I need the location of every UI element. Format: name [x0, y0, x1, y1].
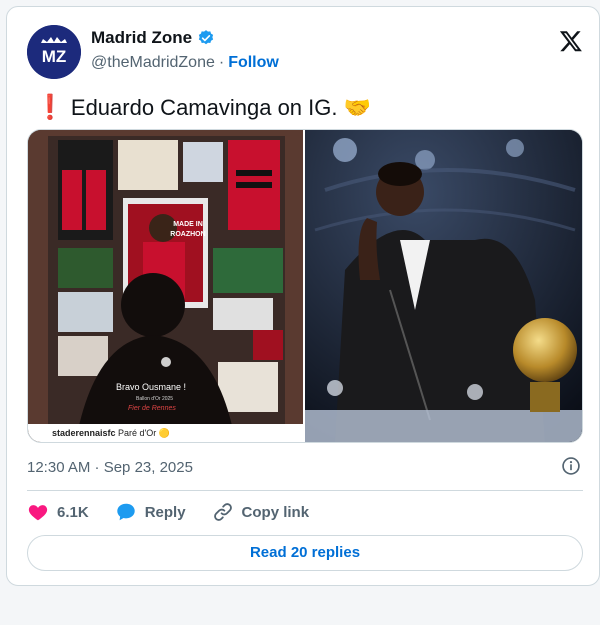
reply-bubble-icon — [116, 503, 135, 521]
author-display-name[interactable]: Madrid Zone — [91, 28, 192, 48]
media-grid: MADE IN ROAZHON Bravo Ousmane ! Ballon d… — [27, 129, 583, 443]
instagram-caption: Paré d'Or 🟡 — [118, 428, 170, 438]
like-button[interactable]: 6.1K — [27, 501, 89, 523]
author-name-row: Madrid Zone — [91, 28, 215, 48]
handle-separator: · — [218, 54, 225, 71]
poster-signature: Fier de Rennes — [128, 405, 176, 412]
author-handle[interactable]: @theMadridZone — [91, 54, 215, 72]
tweet-text: ❗ Eduardo Camavinga on IG. 🤝 — [35, 93, 371, 122]
reply-button[interactable]: Reply — [115, 501, 186, 523]
verified-badge-icon — [198, 30, 214, 45]
info-icon[interactable] — [561, 456, 581, 476]
poster-subcaption: Ballon d'Or 2025 — [136, 396, 174, 402]
action-bar: 6.1K Reply Copy link — [27, 501, 335, 523]
media-image-right[interactable] — [305, 130, 582, 442]
handshake-emoji: 🤝 — [343, 94, 371, 120]
read-replies-button[interactable]: Read 20 replies — [27, 535, 583, 571]
avatar-text: MZ — [42, 47, 67, 66]
instagram-caption-strip: staderennaisfc Paré d'Or 🟡 — [28, 424, 303, 442]
copy-link-label: Copy link — [241, 503, 310, 521]
link-icon — [213, 503, 232, 521]
heart-icon — [28, 505, 48, 521]
copy-link-button[interactable]: Copy link — [212, 501, 310, 523]
instagram-username: staderennaisfc — [52, 428, 116, 438]
poster-caption: Bravo Ousmane ! — [116, 382, 187, 392]
svg-text:ROAZHON: ROAZHON — [170, 231, 205, 238]
x-logo-icon[interactable] — [559, 29, 583, 53]
follow-button[interactable]: Follow — [228, 54, 279, 72]
svg-text:MADE IN: MADE IN — [173, 221, 203, 228]
reply-label: Reply — [144, 503, 186, 521]
tweet-card: MZ Madrid Zone @theMadridZone · Follow ❗… — [6, 6, 600, 586]
divider — [27, 490, 583, 491]
media-image-left[interactable]: MADE IN ROAZHON Bravo Ousmane ! Ballon d… — [28, 130, 305, 442]
tweet-timestamp[interactable]: 12:30 AM · Sep 23, 2025 — [27, 459, 193, 476]
avatar[interactable]: MZ — [27, 25, 81, 79]
like-count: 6.1K — [57, 503, 89, 521]
author-handle-row: @theMadridZone · Follow — [91, 54, 279, 72]
tweet-body: Eduardo Camavinga on IG. — [70, 94, 338, 120]
exclamation-emoji: ❗ — [35, 94, 65, 121]
